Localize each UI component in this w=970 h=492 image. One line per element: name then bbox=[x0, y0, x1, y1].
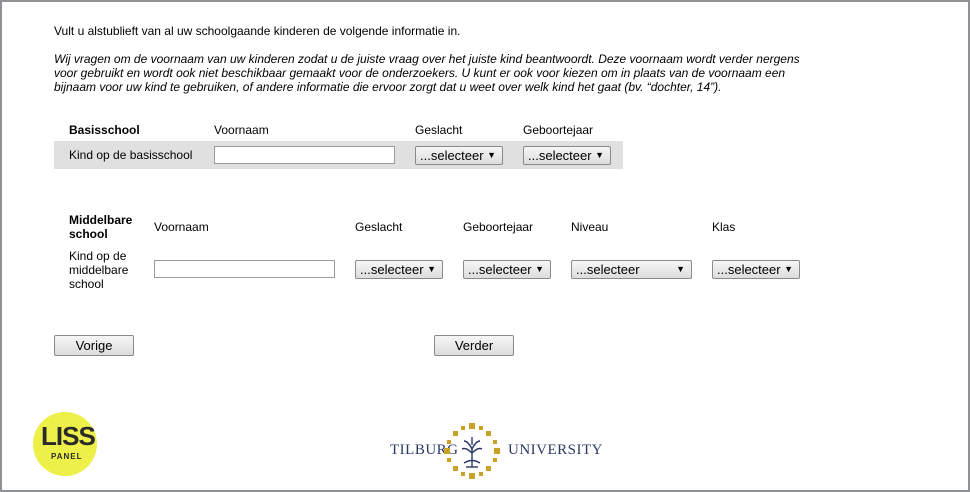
select-value: ...selecteer bbox=[420, 148, 484, 163]
middelbare-row-label-line3: school bbox=[69, 277, 104, 291]
basisschool-row-label: Kind op de basisschool bbox=[69, 148, 193, 162]
middelbare-geslacht-select[interactable]: ...selecteer ▼ bbox=[355, 260, 443, 279]
chevron-down-icon: ▼ bbox=[784, 264, 793, 274]
middelbare-niveau-select[interactable]: ...selecteer ▼ bbox=[571, 260, 692, 279]
middelbare-header-line2: school bbox=[69, 227, 108, 241]
intro-text: Vult u alstublieft van al uw schoolgaand… bbox=[54, 24, 461, 38]
basisschool-header: Basisschool bbox=[69, 123, 140, 137]
middelbare-col-voornaam: Voornaam bbox=[154, 220, 209, 234]
select-value: ...selecteer bbox=[528, 148, 592, 163]
basisschool-voornaam-input[interactable] bbox=[214, 146, 395, 164]
liss-logo-subtext: PANEL bbox=[51, 452, 83, 461]
basisschool-col-voornaam: Voornaam bbox=[214, 123, 269, 137]
select-value: ...selecteer bbox=[717, 262, 781, 277]
middelbare-col-geboortejaar: Geboortejaar bbox=[463, 220, 534, 234]
select-value: ...selecteer bbox=[468, 262, 532, 277]
select-value: ...selecteer bbox=[576, 262, 640, 277]
tilburg-seal-icon bbox=[444, 423, 500, 479]
middelbare-geboortejaar-select[interactable]: ...selecteer ▼ bbox=[463, 260, 551, 279]
basisschool-col-geslacht: Geslacht bbox=[415, 123, 463, 137]
university-logo-text: UNIVERSITY bbox=[508, 442, 603, 458]
middelbare-voornaam-input[interactable] bbox=[154, 260, 335, 278]
liss-logo-text: LISS bbox=[41, 421, 96, 451]
basisschool-geboortejaar-select[interactable]: ...selecteer ▼ bbox=[523, 146, 611, 165]
middelbare-row-label-line1: Kind op de bbox=[69, 249, 127, 263]
middelbare-header-line1: Middelbare bbox=[69, 213, 133, 227]
chevron-down-icon: ▼ bbox=[427, 264, 436, 274]
privacy-note: Wij vragen om de voornaam van uw kindere… bbox=[54, 52, 800, 94]
middelbare-klas-select[interactable]: ...selecteer ▼ bbox=[712, 260, 800, 279]
basisschool-geslacht-select[interactable]: ...selecteer ▼ bbox=[415, 146, 503, 165]
prev-button[interactable]: Vorige bbox=[54, 335, 134, 356]
middelbare-col-klas: Klas bbox=[712, 220, 736, 234]
middelbare-col-niveau: Niveau bbox=[571, 220, 609, 234]
next-button[interactable]: Verder bbox=[434, 335, 514, 356]
select-value: ...selecteer bbox=[360, 262, 424, 277]
basisschool-col-geboortejaar: Geboortejaar bbox=[523, 123, 594, 137]
chevron-down-icon: ▼ bbox=[595, 150, 604, 160]
middelbare-row-label-line2: middelbare bbox=[69, 263, 129, 277]
chevron-down-icon: ▼ bbox=[676, 264, 685, 274]
liss-panel-logo: LISS PANEL bbox=[33, 412, 97, 476]
chevron-down-icon: ▼ bbox=[535, 264, 544, 274]
chevron-down-icon: ▼ bbox=[487, 150, 496, 160]
middelbare-col-geslacht: Geslacht bbox=[355, 220, 403, 234]
